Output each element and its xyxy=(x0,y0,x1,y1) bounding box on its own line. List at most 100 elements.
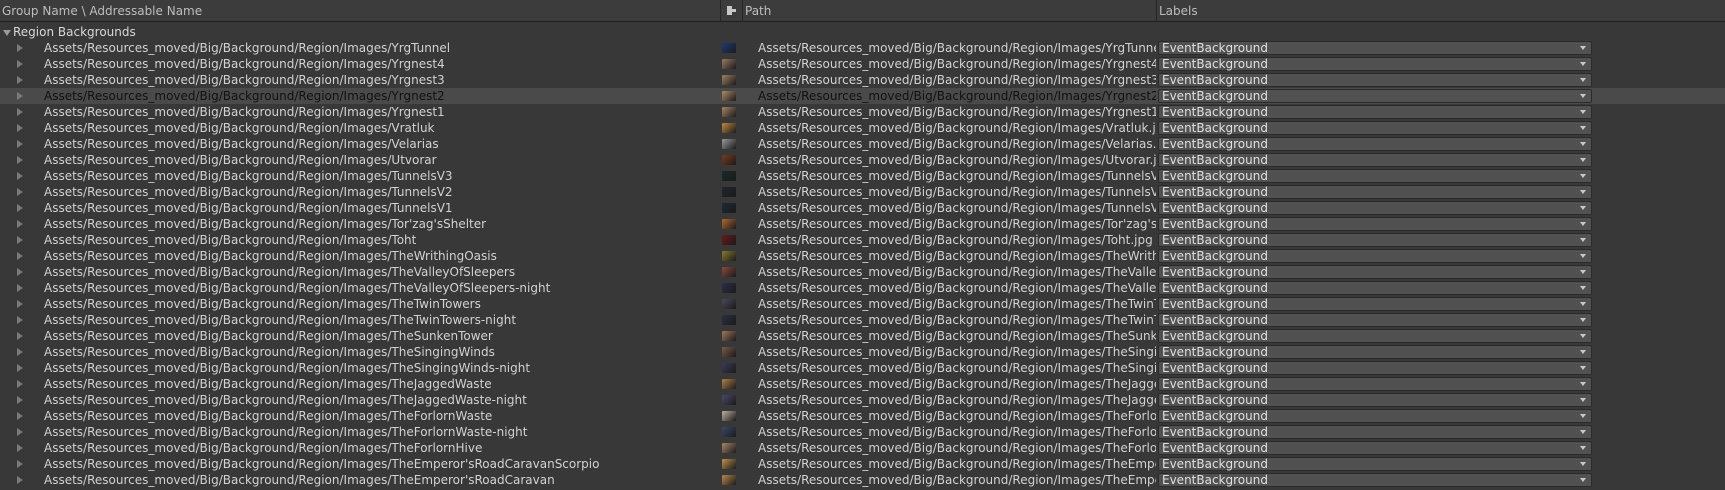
table-row[interactable]: Assets/Resources_moved/Big/Background/Re… xyxy=(0,136,1725,152)
asset-path: Assets/Resources_moved/Big/Background/Re… xyxy=(758,169,1156,183)
table-row[interactable]: Assets/Resources_moved/Big/Background/Re… xyxy=(0,168,1725,184)
labels-dropdown[interactable]: EventBackground xyxy=(1158,153,1592,167)
labels-dropdown[interactable]: EventBackground xyxy=(1158,137,1592,151)
labels-dropdown[interactable]: EventBackground xyxy=(1158,105,1592,119)
expand-arrow-icon[interactable] xyxy=(17,220,23,228)
column-header-name[interactable]: Group Name \ Addressable Name xyxy=(0,0,720,22)
labels-dropdown[interactable]: EventBackground xyxy=(1158,249,1592,263)
expand-arrow-icon[interactable] xyxy=(17,140,23,148)
labels-dropdown[interactable]: EventBackground xyxy=(1158,57,1592,71)
expand-arrow-icon[interactable] xyxy=(17,76,23,84)
table-row[interactable]: Assets/Resources_moved/Big/Background/Re… xyxy=(0,328,1725,344)
labels-dropdown[interactable]: EventBackground xyxy=(1158,329,1592,343)
table-row[interactable]: Assets/Resources_moved/Big/Background/Re… xyxy=(0,392,1725,408)
labels-dropdown[interactable]: EventBackground xyxy=(1158,281,1592,295)
expand-arrow-icon[interactable] xyxy=(17,348,23,356)
expand-arrow-icon[interactable] xyxy=(17,396,23,404)
table-row[interactable]: Assets/Resources_moved/Big/Background/Re… xyxy=(0,472,1725,488)
expand-arrow-icon[interactable] xyxy=(17,236,23,244)
labels-dropdown[interactable]: EventBackground xyxy=(1158,425,1592,439)
table-row[interactable]: Assets/Resources_moved/Big/Background/Re… xyxy=(0,440,1725,456)
expand-arrow-icon[interactable] xyxy=(17,412,23,420)
expand-arrow-icon[interactable] xyxy=(17,268,23,276)
labels-dropdown[interactable]: EventBackground xyxy=(1158,185,1592,199)
expand-arrow-icon[interactable] xyxy=(17,476,23,484)
thumbnail-icon xyxy=(722,107,736,117)
table-row[interactable]: Assets/Resources_moved/Big/Background/Re… xyxy=(0,360,1725,376)
table-row[interactable]: Assets/Resources_moved/Big/Background/Re… xyxy=(0,408,1725,424)
labels-dropdown[interactable]: EventBackground xyxy=(1158,89,1592,103)
labels-dropdown[interactable]: EventBackground xyxy=(1158,473,1592,487)
table-row[interactable]: Assets/Resources_moved/Big/Background/Re… xyxy=(0,248,1725,264)
table-row[interactable]: Assets/Resources_moved/Big/Background/Re… xyxy=(0,456,1725,472)
thumbnail-icon xyxy=(722,427,736,437)
column-header-path[interactable]: Path xyxy=(742,0,1156,22)
expand-arrow-icon[interactable] xyxy=(17,124,23,132)
expand-arrow-icon[interactable] xyxy=(17,172,23,180)
table-row[interactable]: Assets/Resources_moved/Big/Background/Re… xyxy=(0,312,1725,328)
labels-dropdown[interactable]: EventBackground xyxy=(1158,41,1592,55)
labels-dropdown[interactable]: EventBackground xyxy=(1158,361,1592,375)
labels-dropdown[interactable]: EventBackground xyxy=(1158,457,1592,471)
table-row[interactable]: Assets/Resources_moved/Big/Background/Re… xyxy=(0,376,1725,392)
labels-dropdown[interactable]: EventBackground xyxy=(1158,121,1592,135)
expand-arrow-icon[interactable] xyxy=(17,44,23,52)
labels-dropdown[interactable]: EventBackground xyxy=(1158,441,1592,455)
expand-arrow-icon[interactable] xyxy=(17,92,23,100)
addressable-name: Assets/Resources_moved/Big/Background/Re… xyxy=(44,345,495,359)
expand-arrow-icon[interactable] xyxy=(17,460,23,468)
table-row[interactable]: Assets/Resources_moved/Big/Background/Re… xyxy=(0,280,1725,296)
thumbnail-icon xyxy=(722,395,736,405)
expand-arrow-icon[interactable] xyxy=(17,188,23,196)
thumbnail-icon xyxy=(722,299,736,309)
labels-dropdown[interactable]: EventBackground xyxy=(1158,265,1592,279)
expand-arrow-icon[interactable] xyxy=(17,60,23,68)
table-row[interactable]: Assets/Resources_moved/Big/Background/Re… xyxy=(0,120,1725,136)
expand-arrow-icon[interactable] xyxy=(17,380,23,388)
labels-dropdown[interactable]: EventBackground xyxy=(1158,169,1592,183)
expand-arrow-icon[interactable] xyxy=(17,108,23,116)
expand-arrow-icon[interactable] xyxy=(17,364,23,372)
table-row[interactable]: Assets/Resources_moved/Big/Background/Re… xyxy=(0,232,1725,248)
addressable-name: Assets/Resources_moved/Big/Background/Re… xyxy=(44,121,435,135)
expand-arrow-icon[interactable] xyxy=(17,428,23,436)
table-row[interactable]: Assets/Resources_moved/Big/Background/Re… xyxy=(0,216,1725,232)
asset-path: Assets/Resources_moved/Big/Background/Re… xyxy=(758,329,1156,343)
table-row[interactable]: Assets/Resources_moved/Big/Background/Re… xyxy=(0,152,1725,168)
labels-dropdown[interactable]: EventBackground xyxy=(1158,345,1592,359)
expand-arrow-icon[interactable] xyxy=(17,252,23,260)
group-row[interactable]: Region Backgrounds xyxy=(0,24,1725,40)
expand-arrow-icon[interactable] xyxy=(17,332,23,340)
table-row[interactable]: Assets/Resources_moved/Big/Background/Re… xyxy=(0,264,1725,280)
expand-arrow-icon[interactable] xyxy=(17,300,23,308)
label-value: EventBackground xyxy=(1162,425,1268,439)
labels-dropdown[interactable]: EventBackground xyxy=(1158,297,1592,311)
labels-dropdown[interactable]: EventBackground xyxy=(1158,201,1592,215)
labels-dropdown[interactable]: EventBackground xyxy=(1158,377,1592,391)
table-row[interactable]: Assets/Resources_moved/Big/Background/Re… xyxy=(0,88,1725,104)
labels-dropdown[interactable]: EventBackground xyxy=(1158,393,1592,407)
table-row[interactable]: Assets/Resources_moved/Big/Background/Re… xyxy=(0,424,1725,440)
table-row[interactable]: Assets/Resources_moved/Big/Background/Re… xyxy=(0,200,1725,216)
labels-dropdown[interactable]: EventBackground xyxy=(1158,409,1592,423)
labels-dropdown[interactable]: EventBackground xyxy=(1158,73,1592,87)
expand-arrow-icon[interactable] xyxy=(17,444,23,452)
column-header-icon[interactable] xyxy=(720,0,742,22)
table-row[interactable]: Assets/Resources_moved/Big/Background/Re… xyxy=(0,104,1725,120)
expand-arrow-icon[interactable] xyxy=(3,30,11,36)
labels-dropdown[interactable]: EventBackground xyxy=(1158,217,1592,231)
expand-arrow-icon[interactable] xyxy=(17,284,23,292)
chevron-down-icon xyxy=(1580,414,1586,418)
table-row[interactable]: Assets/Resources_moved/Big/Background/Re… xyxy=(0,344,1725,360)
labels-dropdown[interactable]: EventBackground xyxy=(1158,233,1592,247)
table-row[interactable]: Assets/Resources_moved/Big/Background/Re… xyxy=(0,296,1725,312)
labels-dropdown[interactable]: EventBackground xyxy=(1158,313,1592,327)
table-row[interactable]: Assets/Resources_moved/Big/Background/Re… xyxy=(0,56,1725,72)
table-row[interactable]: Assets/Resources_moved/Big/Background/Re… xyxy=(0,40,1725,56)
expand-arrow-icon[interactable] xyxy=(17,316,23,324)
expand-arrow-icon[interactable] xyxy=(17,204,23,212)
table-row[interactable]: Assets/Resources_moved/Big/Background/Re… xyxy=(0,72,1725,88)
table-row[interactable]: Assets/Resources_moved/Big/Background/Re… xyxy=(0,184,1725,200)
column-header-labels[interactable]: Labels xyxy=(1156,0,1725,22)
expand-arrow-icon[interactable] xyxy=(17,156,23,164)
